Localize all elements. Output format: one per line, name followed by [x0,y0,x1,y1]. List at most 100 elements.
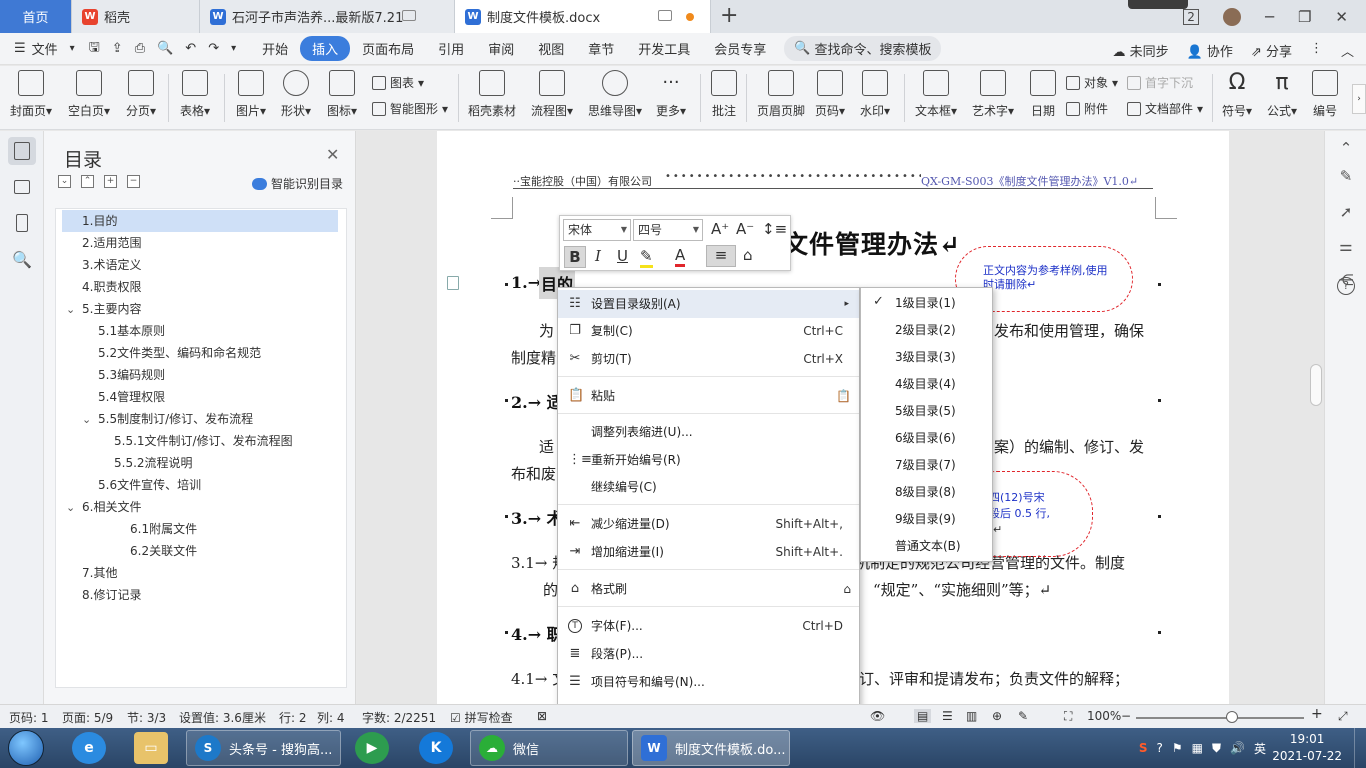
security-icon[interactable]: ⛊ [1212,741,1221,756]
menu-review[interactable]: 审阅 [476,39,526,58]
icon-button[interactable]: 图标▾ [327,70,357,119]
help-icon[interactable]: ? [1337,277,1355,295]
write-view-icon[interactable]: ✎ [1018,709,1028,723]
zoom-level[interactable]: 100% [1087,709,1121,723]
help-icon[interactable]: ? [1157,741,1163,755]
close-icon[interactable]: ✕ [1335,8,1348,26]
avatar[interactable] [1222,7,1241,26]
shrink-font-icon[interactable]: A⁻ [736,220,754,238]
media-player-icon[interactable]: ▶ [355,732,389,764]
chart-button[interactable]: 图表 ▾ [372,74,424,91]
restore-icon[interactable]: ❐ [1298,8,1311,26]
doc-check-icon[interactable]: ⊠ [537,709,547,723]
wordart-button[interactable]: 艺术字▾ [972,70,1014,119]
status-col[interactable]: 列: 4 [317,709,345,726]
menu-chapter[interactable]: 章节 [576,39,626,58]
windows-start-icon[interactable] [8,730,44,766]
smartart-button[interactable]: 智能图形 ▾ [372,100,448,117]
submenu-level-1[interactable]: 1级目录(1) [895,290,956,317]
docer-material-button[interactable]: 稻壳素材 [468,70,516,119]
date-button[interactable]: 日期 [1030,70,1056,119]
file-explorer-icon[interactable]: ▭ [134,732,168,764]
status-setting[interactable]: 设置值: 3.6厘米 [179,709,266,726]
menu-item-bullets-numbering[interactable]: ☰ 项目符号和编号(N)... [558,668,859,696]
eye-protect-icon[interactable]: 👁 [870,709,885,723]
remove-heading-icon[interactable]: − [127,175,140,188]
italic-icon[interactable]: I [595,247,601,265]
monitor-icon[interactable] [402,10,416,21]
new-tab-button[interactable]: + [720,3,738,28]
submenu-level-4[interactable]: 4级目录(4) [895,371,956,398]
close-icon[interactable]: ✕ [326,145,339,164]
status-row[interactable]: 行: 2 [279,709,307,726]
share-button[interactable]: ⇗ 分享 [1251,41,1292,60]
menu-file[interactable]: 文件 [30,39,70,58]
vertical-scrollbar[interactable] [1309,131,1324,704]
ime-icon[interactable]: 英 [1254,740,1266,757]
collapse-all-icon[interactable]: ⌄ [58,175,71,188]
menu-item-copy[interactable]: ❐ 复制(C) Ctrl+C [558,317,859,345]
dropcap-button[interactable]: 首字下沉 [1127,74,1193,91]
paste-options-icon[interactable]: 📋 [836,382,851,410]
submenu-plain-text[interactable]: 普通文本(B) [895,533,961,560]
export-icon[interactable]: ⇪ [106,41,129,56]
page-break-button[interactable]: 分页▾ [126,70,156,119]
numbering-button[interactable]: 编号 [1312,70,1338,119]
paragraph-handle-icon[interactable] [447,276,459,290]
chevron-down-icon[interactable]: ▾ [70,43,83,54]
font-color-icon[interactable]: A [675,246,686,267]
chevron-down-icon[interactable]: ⌄ [82,413,91,426]
save-icon[interactable]: 🖫 [83,38,106,60]
page-view-icon[interactable]: ▤ [914,709,932,723]
menu-developer[interactable]: 开发工具 [626,39,702,58]
tab-count-badge[interactable]: 2 [1183,8,1199,25]
pen-icon[interactable]: ✎ [1337,167,1355,185]
toc-nav-button[interactable] [8,137,36,165]
object-button[interactable]: 对象 ▾ [1066,74,1118,91]
bookmark-nav-button[interactable] [8,209,36,237]
hamburger-icon[interactable]: ☰ [0,41,30,56]
select-cursor-icon[interactable]: ➚ [1337,203,1355,221]
symbol-button[interactable]: Ω 符号▾ [1222,70,1252,119]
scrollbar-thumb[interactable] [1310,364,1322,406]
menu-item-increase-indent[interactable]: ⇥ 增加缩进量(I) Shift+Alt+. [558,538,859,566]
page-number-button[interactable]: 页码▾ [815,70,845,119]
toc-item[interactable]: 5.4管理权限 [98,386,165,408]
tab-home[interactable]: 首页 [0,0,72,33]
toc-item[interactable]: 2.适用范围 [82,232,141,254]
menu-item-font[interactable]: T 字体(F)... Ctrl+D [558,612,859,640]
minimize-icon[interactable]: ─ [1265,8,1274,26]
quick-access-more-icon[interactable]: ▾ [225,43,250,54]
toc-item[interactable]: 4.职责权限 [82,276,141,298]
attachment-button[interactable]: 附件 [1066,100,1108,117]
format-painter-lock-icon[interactable]: ⌂ [843,575,851,603]
menu-page-layout[interactable]: 页面布局 [350,39,426,58]
menu-item-adjust-list-indent[interactable]: 调整列表缩进(U)... [558,418,859,446]
textbox-button[interactable]: 文本框▾ [915,70,957,119]
system-clock[interactable]: 19:01 2021-07-22 [1272,731,1342,765]
chevron-down-icon[interactable]: ⌄ [66,501,75,514]
tab-document-1[interactable]: W 石河子市声浩养...最新版7.21 [200,0,455,33]
expand-all-icon[interactable]: ⌃ [81,175,94,188]
toc-item[interactable]: 1.目的 [62,210,338,232]
status-words[interactable]: 字数: 2/2251 [362,709,436,726]
volume-icon[interactable]: 🔊 [1230,741,1245,755]
submenu-level-6[interactable]: 6级目录(6) [895,425,956,452]
menu-item-set-toc-level[interactable]: ☷ 设置目录级别(A) ▸ [558,290,859,318]
adjust-icon[interactable]: ⚌ [1337,237,1355,255]
menu-start[interactable]: 开始 [250,39,300,58]
toc-item[interactable]: 5.1基本原则 [98,320,165,342]
align-icon[interactable]: ≡ [706,245,736,267]
toc-item[interactable]: 6.2关联文件 [130,540,197,562]
zoom-in-icon[interactable]: + [1311,706,1323,722]
taskbar-sogou-browser[interactable]: S 头条号 - 搜狗高... [186,730,341,766]
highlight-icon[interactable]: ✎ [640,247,653,268]
font-family-select[interactable]: 宋体 ▼ [563,219,631,241]
monitor-icon[interactable] [658,10,672,21]
toc-item[interactable]: 5.3编码规则 [98,364,165,386]
table-button[interactable]: 表格▾ [180,70,210,119]
more-options-icon[interactable]: ⋮ [1310,41,1323,60]
collab-button[interactable]: 👤 协作 [1187,41,1233,60]
taskbar-wechat[interactable]: ☁ 微信 [470,730,628,766]
menu-item-format-painter[interactable]: ⌂ 格式刷 ⌂ [558,575,859,603]
